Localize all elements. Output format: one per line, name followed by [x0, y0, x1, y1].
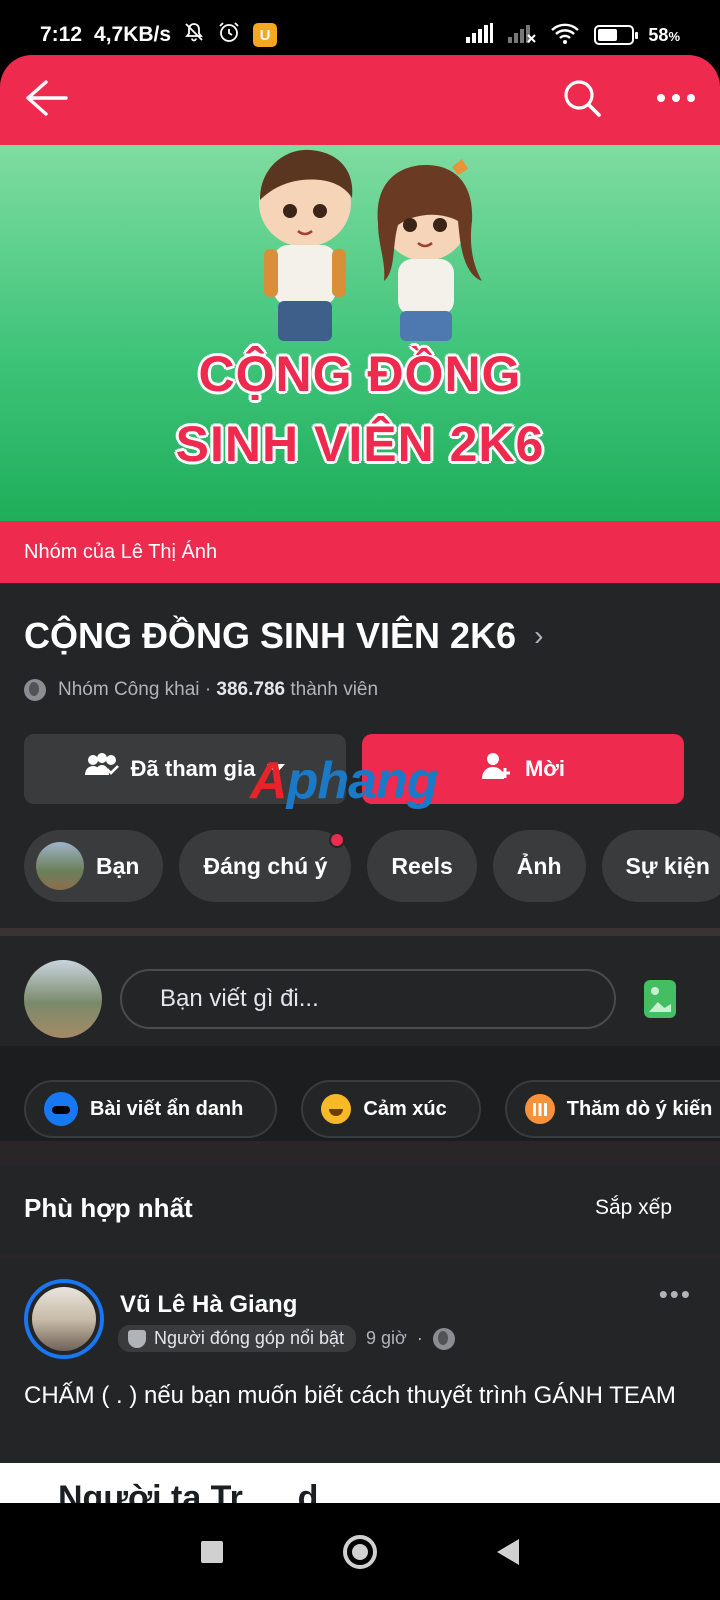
- more-horizontal-icon[interactable]: •••: [659, 1279, 692, 1310]
- avatar[interactable]: [24, 1279, 104, 1359]
- poll-icon: [524, 1094, 555, 1124]
- incognito-icon: [44, 1092, 78, 1126]
- cover-illustration: [259, 149, 482, 341]
- group-name-link[interactable]: CỘNG ĐỒNG SINH VIÊN 2K6 ›: [24, 615, 543, 657]
- battery-percent: 58%: [648, 24, 680, 45]
- smile-icon: [321, 1094, 352, 1124]
- recents-button[interactable]: [201, 1540, 223, 1563]
- anonymous-post-button[interactable]: Bài viết ẩn danh: [24, 1080, 278, 1138]
- sort-button[interactable]: Sắp xếp: [595, 1196, 672, 1220]
- section-divider: [0, 1141, 720, 1165]
- member-count: 386.786: [216, 679, 286, 700]
- chevron-right-icon: ›: [534, 620, 544, 651]
- avatar[interactable]: [24, 960, 102, 1038]
- mute-bell-icon: [183, 21, 205, 49]
- signal-icon: [466, 22, 494, 48]
- avatar: [36, 842, 84, 890]
- post-composer-input[interactable]: Bạn viết gì đi...: [120, 969, 616, 1029]
- globe-icon: [24, 679, 46, 701]
- invite-label: Mời: [524, 756, 566, 781]
- photo-icon[interactable]: [644, 980, 676, 1018]
- feed-post: Vũ Lê Hà Giang Người đóng góp nổi bật 9 …: [0, 1259, 720, 1463]
- joined-button[interactable]: Đã tham gia: [24, 734, 346, 804]
- group-tabs: Bạn Đáng chú ý Reels Ảnh Sự kiện: [24, 830, 720, 902]
- arrow-left-icon[interactable]: [24, 78, 68, 123]
- group-owner-label: Nhóm của Lê Thị Ánh: [0, 521, 720, 583]
- post-time[interactable]: 9 giờ: [366, 1328, 407, 1349]
- signal-off-icon: [508, 23, 537, 48]
- more-horizontal-icon[interactable]: [656, 91, 696, 109]
- tab-friends[interactable]: Bạn: [24, 830, 164, 902]
- section-divider: [0, 928, 720, 936]
- cover-title-line-2: SINH VIÊN 2K6: [175, 416, 545, 472]
- status-speed: 4,7KB/s: [94, 23, 172, 46]
- caret-down-icon: [267, 764, 286, 774]
- alarm-icon: [217, 20, 241, 50]
- sort-title: Phù hợp nhất: [24, 1193, 193, 1223]
- post-author[interactable]: Vũ Lê Hà Giang: [120, 1291, 297, 1319]
- contributor-badge[interactable]: Người đóng góp nổi bật: [118, 1325, 356, 1352]
- status-time: 7:12: [40, 23, 83, 46]
- tab-events[interactable]: Sự kiện: [601, 830, 720, 902]
- search-icon[interactable]: [562, 78, 602, 123]
- group-members-icon: [84, 753, 119, 785]
- home-button[interactable]: [343, 1534, 377, 1569]
- system-nav-bar: [0, 1503, 720, 1600]
- tab-reels[interactable]: Reels: [367, 830, 477, 902]
- group-privacy: Nhóm Công khai: [58, 679, 200, 700]
- invite-button[interactable]: Mời: [362, 734, 684, 804]
- cover-title-line-1: CỘNG ĐỒNG: [198, 346, 522, 402]
- globe-icon: [432, 1327, 455, 1350]
- poll-button[interactable]: Thăm dò ý kiến: [504, 1080, 720, 1138]
- group-info-section: CỘNG ĐỒNG SINH VIÊN 2K6 › Nhóm Công khai…: [0, 583, 720, 928]
- post-text: CHẤM ( . ) nếu bạn muốn biết cách thuyết…: [24, 1382, 676, 1409]
- tab-photos[interactable]: Ảnh: [492, 830, 586, 902]
- app-badge-icon: U: [253, 23, 278, 47]
- post-meta: Người đóng góp nổi bật 9 giờ ·: [118, 1325, 455, 1352]
- feeling-button[interactable]: Cảm xúc: [301, 1080, 481, 1138]
- notification-dot: [329, 832, 346, 848]
- composer-actions: Bài viết ẩn danh Cảm xúc Thăm dò ý kiến: [0, 1046, 720, 1141]
- trophy-icon: [128, 1329, 146, 1348]
- group-cover-image[interactable]: CỘNG ĐỒNG SINH VIÊN 2K6: [0, 145, 720, 521]
- add-person-icon: [481, 751, 511, 787]
- back-button[interactable]: [497, 1538, 519, 1565]
- member-label: thành viên: [290, 679, 379, 700]
- tab-featured[interactable]: Đáng chú ý: [179, 830, 352, 902]
- app-header: [0, 55, 720, 145]
- group-meta: Nhóm Công khai · 386.786 thành viên: [24, 679, 378, 701]
- wifi-icon: [550, 22, 580, 49]
- group-name: CỘNG ĐỒNG SINH VIÊN 2K6: [24, 615, 517, 656]
- next-post-preview: Người ta Tr......d...: [0, 1463, 720, 1503]
- battery-icon: [594, 25, 639, 45]
- feed-sort-bar: Phù hợp nhất Sắp xếp: [0, 1165, 720, 1255]
- joined-label: Đã tham gia: [130, 756, 256, 781]
